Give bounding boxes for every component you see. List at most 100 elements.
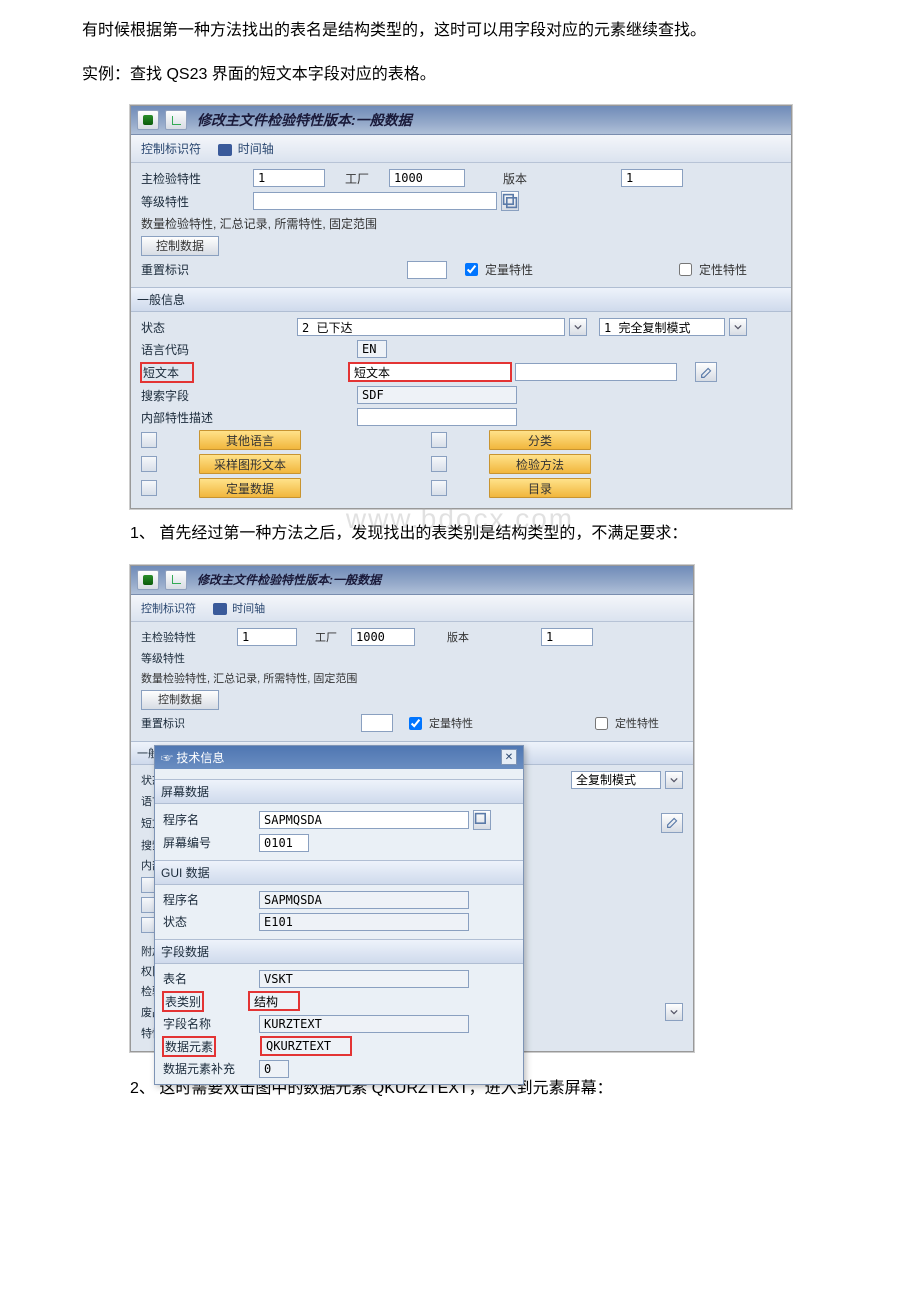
clock-icon: [218, 144, 232, 156]
app-toolbar-2: 控制标识符 时间轴: [131, 595, 693, 622]
label-lang: 语言代码: [141, 341, 249, 358]
input-master-char[interactable]: [253, 169, 325, 187]
summary-text: 数量检验特性, 汇总记录, 所需特性, 固定范围: [141, 215, 377, 232]
label-gui-program: 程序名: [163, 891, 255, 908]
input-search-field: [357, 386, 517, 404]
dropdown-copy-icon[interactable]: [729, 318, 747, 336]
checkbox-quant[interactable]: 定量特性: [461, 260, 533, 279]
input-version-2[interactable]: [541, 628, 593, 646]
label-data-element: 数据元素: [163, 1037, 215, 1056]
button-row3-check2: [431, 480, 447, 496]
input-version[interactable]: [621, 169, 683, 187]
input-program[interactable]: [259, 811, 469, 829]
input-gui-program: [259, 891, 469, 909]
lookup-program-icon[interactable]: [473, 810, 491, 830]
titlebar-ok-icon[interactable]: [137, 110, 159, 130]
label-gui-status: 状态: [163, 913, 255, 930]
sample-button[interactable]: 采样图形文本: [199, 454, 301, 474]
bg-scroll-arrow[interactable]: [665, 1003, 683, 1021]
checkbox-quant-2[interactable]: 定量特性: [405, 714, 473, 733]
intro-paragraph-2: 实例：查找 QS23 界面的短文本字段对应的表格。: [50, 62, 870, 88]
label-search-field: 搜索字段: [141, 387, 249, 404]
other-language-button[interactable]: 其他语言: [199, 430, 301, 450]
input-plant-2[interactable]: [351, 628, 415, 646]
toolbar-ctrl[interactable]: 控制标识符: [141, 142, 201, 156]
control-data-button-2[interactable]: 控制数据: [141, 690, 219, 710]
input-lang: [357, 340, 387, 358]
input-reset[interactable]: [407, 261, 447, 279]
section-gui-data: GUI 数据: [155, 860, 523, 885]
section-screen-data: 屏幕数据: [155, 779, 523, 804]
label-version: 版本: [503, 170, 543, 187]
input-reset-2[interactable]: [361, 714, 393, 732]
input-master-char-2[interactable]: [237, 628, 297, 646]
bg-copy-mode[interactable]: [571, 771, 661, 789]
catalog-button[interactable]: 目录: [489, 478, 591, 498]
input-gui-status: [259, 913, 469, 931]
label-int-desc: 内部特性描述: [141, 409, 249, 426]
button-row1-check: [141, 432, 157, 448]
input-table-name: [259, 970, 469, 988]
label-field-name: 字段名称: [163, 1015, 255, 1032]
label-program: 程序名: [163, 811, 255, 828]
input-status[interactable]: [297, 318, 565, 336]
dropdown-status-icon[interactable]: [569, 318, 587, 336]
input-short-text-ext[interactable]: [515, 363, 677, 381]
titlebar-menu-icon[interactable]: [165, 110, 187, 130]
dialog-close-icon[interactable]: ✕: [501, 749, 517, 765]
button-row2-check2: [431, 456, 447, 472]
classify-button[interactable]: 分类: [489, 430, 591, 450]
titlebar-ok-icon-2[interactable]: [137, 570, 159, 590]
label-reset-2: 重置标识: [141, 715, 233, 731]
label-master-char: 主检验特性: [141, 170, 249, 187]
label-table-name: 表名: [163, 970, 255, 987]
input-screen-no[interactable]: [259, 834, 309, 852]
titlebar-2: 修改主文件检验特性版本:一般数据: [131, 566, 693, 595]
input-copy-mode[interactable]: [599, 318, 725, 336]
label-data-element-add: 数据元素补充: [163, 1060, 255, 1077]
input-data-element[interactable]: [261, 1037, 351, 1055]
quant-data-button[interactable]: 定量数据: [199, 478, 301, 498]
input-short-text[interactable]: [349, 363, 511, 381]
checkbox-qual[interactable]: 定性特性: [675, 260, 747, 279]
bg-edit-icon[interactable]: [661, 813, 683, 833]
tech-info-dialog: ☞ 技术信息 ✕ 屏幕数据 程序名 屏幕编号 GUI 数据 程序名 状态 字段数…: [154, 745, 524, 1085]
clock-icon-2: [213, 603, 227, 615]
inspect-button[interactable]: 检验方法: [489, 454, 591, 474]
label-plant: 工厂: [345, 170, 385, 187]
checkbox-qual-2[interactable]: 定性特性: [591, 714, 659, 733]
toolbar-timeline-2[interactable]: 时间轴: [232, 603, 265, 615]
step-1-text: 1、 首先经过第一种方法之后，发现找出的表类别是结构类型的，不满足要求：: [130, 521, 870, 547]
edit-text-icon[interactable]: [695, 362, 717, 382]
titlebar-menu-icon-2[interactable]: [165, 570, 187, 590]
toolbar-ctrl-2[interactable]: 控制标识符: [141, 603, 196, 615]
label-table-type: 表类别: [163, 992, 203, 1011]
sap-screenshot-1: 修改主文件检验特性版本:一般数据 控制标识符 时间轴 主检验特性 工厂 版本 等…: [130, 105, 792, 509]
input-int-desc[interactable]: [357, 408, 517, 426]
summary-text-2: 数量检验特性, 汇总记录, 所需特性, 固定范围: [141, 670, 357, 686]
toolbar-timeline[interactable]: 时间轴: [238, 142, 274, 156]
button-row1-check2: [431, 432, 447, 448]
section-field-data: 字段数据: [155, 939, 523, 964]
label-short-text: 短文本: [141, 363, 193, 382]
input-class-char[interactable]: [253, 192, 497, 210]
label-version-2: 版本: [447, 629, 479, 645]
lookup-icon[interactable]: [501, 191, 519, 211]
label-master-char-2: 主检验特性: [141, 629, 233, 645]
input-field-name: [259, 1015, 469, 1033]
intro-paragraph-1: 有时候根据第一种方法找出的表名是结构类型的，这时可以用字段对应的元素继续查找。: [50, 18, 870, 44]
label-class-char: 等级特性: [141, 193, 249, 210]
section-general-header: 一般信息: [131, 287, 791, 312]
input-table-type: [249, 992, 299, 1010]
bg-copy-arrow[interactable]: [665, 771, 683, 789]
dialog-title: ☞ 技术信息: [161, 749, 224, 766]
dialog-titlebar: ☞ 技术信息 ✕: [155, 746, 523, 769]
label-status: 状态: [141, 319, 249, 336]
label-plant-2: 工厂: [315, 629, 347, 645]
input-plant[interactable]: [389, 169, 465, 187]
label-reset: 重置标识: [141, 261, 249, 278]
label-class-char-2: 等级特性: [141, 650, 233, 666]
control-data-button[interactable]: 控制数据: [141, 236, 219, 256]
titlebar-1: 修改主文件检验特性版本:一般数据: [131, 106, 791, 135]
app-toolbar-1: 控制标识符 时间轴: [131, 135, 791, 163]
